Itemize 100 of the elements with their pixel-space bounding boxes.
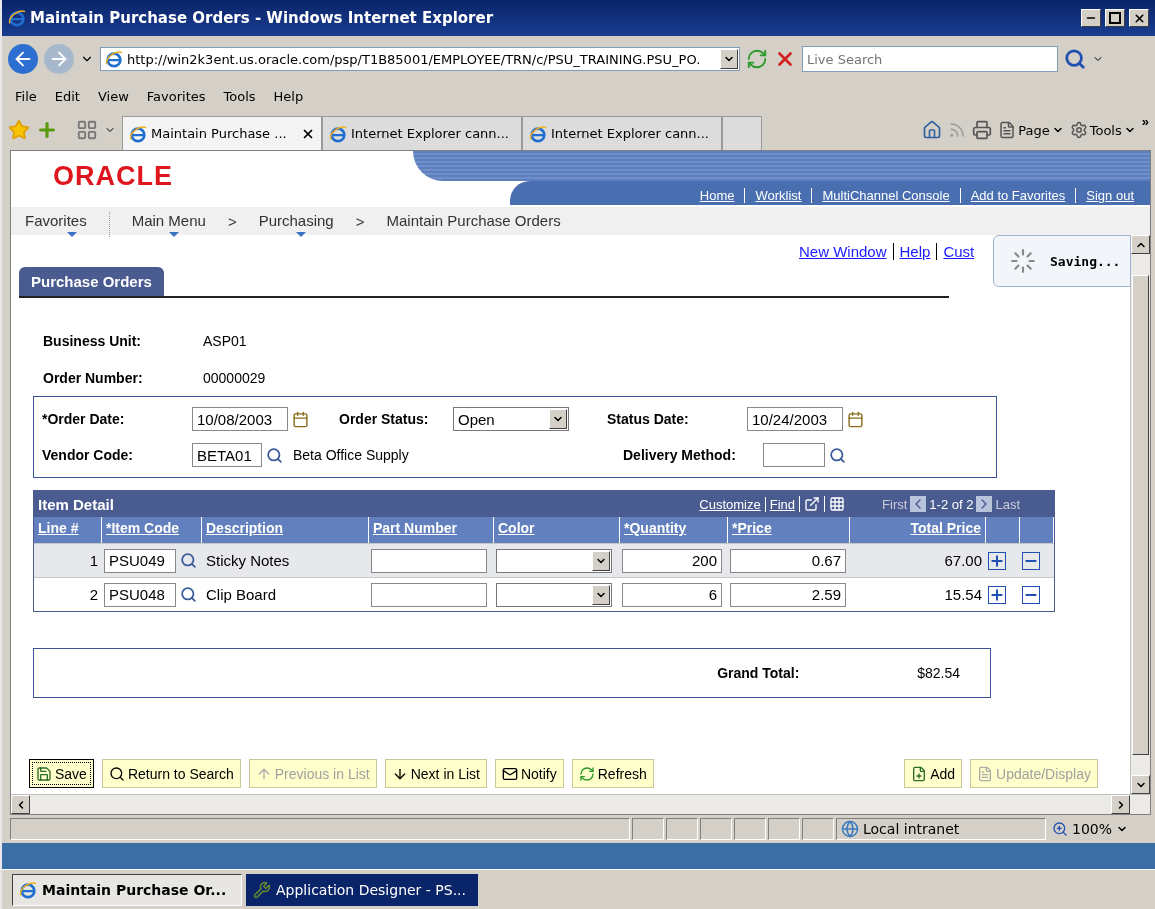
maximize-icon	[1109, 12, 1121, 24]
line-number: 1	[88, 552, 99, 569]
part-number-field[interactable]	[371, 548, 487, 573]
command-menu[interactable]: Tools	[1069, 121, 1136, 139]
add-row-button[interactable]	[988, 585, 1006, 604]
vertical-scrollbar[interactable]	[1130, 235, 1150, 794]
search-icon	[108, 765, 125, 782]
quantity-field[interactable]: 200	[622, 548, 722, 573]
browser-tab[interactable]: Internet Explorer cann...	[322, 116, 522, 150]
dropdown-button[interactable]	[592, 584, 610, 605]
toolbar-button[interactable]: Next in List	[384, 759, 487, 788]
previous-icon[interactable]	[910, 496, 927, 512]
lookup-icon[interactable]	[266, 446, 283, 464]
back-button[interactable]	[8, 44, 38, 74]
total-price: 67.00	[943, 552, 983, 569]
overflow-chevron[interactable]: »	[1141, 114, 1149, 129]
toolbar-button[interactable]: Notify	[494, 759, 564, 788]
quantity-field[interactable]: 6	[622, 582, 722, 607]
color-dropdown[interactable]	[496, 548, 612, 573]
taskbar-button[interactable]: Application Designer - PS...	[246, 873, 478, 906]
zoom-icon[interactable]	[1052, 821, 1068, 837]
toolbar-button[interactable]: Add	[904, 759, 963, 788]
horizontal-scrollbar[interactable]	[11, 794, 1150, 814]
menu-item[interactable]: Favorites	[139, 88, 213, 104]
zoom-level[interactable]: 100%	[1072, 821, 1113, 837]
toolbar-button[interactable]: Refresh	[571, 759, 654, 788]
header-link[interactable]: Add to Favorites	[959, 188, 1076, 203]
view-all-icon[interactable]	[804, 496, 821, 512]
vendor-code-field[interactable]: BETA01	[192, 443, 262, 467]
grid-link[interactable]: Customize	[699, 496, 761, 512]
grid-title: Item Detail	[38, 495, 115, 513]
item-code-field[interactable]: PSU048	[104, 582, 176, 607]
page-tab[interactable]: Purchase Orders	[19, 267, 164, 296]
part-number-field[interactable]	[371, 582, 487, 607]
quick-tabs-icon[interactable]	[76, 119, 98, 141]
menu-item[interactable]: View	[90, 88, 136, 104]
browser-tab[interactable]: Maintain Purchase ...	[122, 116, 322, 150]
page-link[interactable]: Help	[892, 242, 931, 260]
color-dropdown[interactable]	[496, 582, 612, 607]
header-link[interactable]: Sign out	[1075, 188, 1144, 203]
field-label: Business Unit:	[43, 332, 142, 349]
grand-total-value: $82.54	[917, 665, 960, 681]
delete-row-button[interactable]	[1022, 585, 1040, 604]
delete-row-button[interactable]	[1022, 551, 1040, 570]
download-grid-icon[interactable]	[829, 496, 846, 512]
search-field[interactable]: Live Search	[802, 46, 1058, 72]
dropdown-button[interactable]	[549, 409, 567, 429]
address-field[interactable]: http://win2k3ent.us.oracle.com/psp/T1B85001/EMPLOYEE/TRN/c/PSU_TRAINING.PSU_PO.	[100, 47, 740, 71]
field-value: 00000029	[203, 369, 266, 386]
calendar-icon[interactable]	[847, 410, 864, 428]
field-label: Order Number:	[43, 369, 144, 386]
breadcrumb-item[interactable]: Favorites	[25, 212, 110, 237]
menu-item[interactable]: Tools	[216, 88, 263, 104]
lookup-icon[interactable]	[180, 552, 197, 569]
minimize-button[interactable]	[1081, 9, 1101, 27]
field-value: ASP01	[203, 332, 247, 349]
date-field[interactable]: 10/08/2003	[192, 407, 288, 431]
calendar-icon[interactable]	[292, 410, 309, 428]
lookup-icon[interactable]	[829, 446, 846, 464]
print-icon[interactable]	[972, 120, 993, 140]
header-link[interactable]: MultiChannel Console	[811, 188, 960, 203]
header-link[interactable]: Home	[689, 188, 745, 203]
toolbar-button[interactable]: Return to Search	[101, 759, 241, 788]
page-link[interactable]: New Window	[799, 242, 887, 260]
browser-tab[interactable]: Internet Explorer cann...	[522, 116, 722, 150]
security-zone: Local intranet	[863, 821, 960, 837]
price-field[interactable]: 0.67	[730, 548, 846, 573]
close-button[interactable]	[1129, 9, 1149, 27]
toolbar-button[interactable]: Save	[29, 759, 94, 788]
page-link[interactable]: Cust	[936, 242, 975, 260]
breadcrumb-item[interactable]: Purchasing	[258, 212, 334, 237]
dropdown-button[interactable]	[592, 550, 610, 571]
search-icon[interactable]	[1064, 48, 1086, 70]
menu-item[interactable]: Help	[266, 88, 311, 104]
document-icon	[977, 765, 994, 782]
add-row-button[interactable]	[988, 551, 1006, 570]
date-field[interactable]: 10/24/2003	[747, 407, 843, 431]
lookup-icon[interactable]	[180, 586, 197, 603]
header-link[interactable]: Worklist	[744, 188, 812, 203]
next-icon[interactable]	[976, 496, 993, 512]
item-description: Sticky Notes	[205, 552, 291, 569]
menu-item[interactable]: File	[8, 88, 44, 104]
grid-link[interactable]: Find	[769, 496, 796, 512]
item-code-field[interactable]: PSU049	[104, 548, 176, 573]
command-menu[interactable]: Page	[998, 121, 1064, 139]
home-icon[interactable]	[922, 120, 943, 140]
breadcrumb-item[interactable]: Maintain Purchase Orders	[386, 212, 561, 230]
favorites-star-icon[interactable]	[8, 119, 30, 141]
status-dropdown[interactable]: Open	[453, 407, 569, 431]
item-description: Clip Board	[205, 586, 278, 603]
tab-title: Internet Explorer cann...	[351, 126, 510, 141]
delivery-method-field[interactable]	[763, 443, 825, 467]
breadcrumb-item[interactable]: Main Menu	[131, 212, 206, 237]
maximize-button[interactable]	[1105, 9, 1125, 27]
status-panel	[700, 818, 732, 840]
menu-item[interactable]: Edit	[47, 88, 87, 104]
address-dropdown-button[interactable]	[720, 49, 738, 69]
price-field[interactable]: 2.59	[730, 582, 846, 607]
taskbar-button[interactable]: Maintain Purchase Or...	[12, 873, 242, 906]
grand-total-label: Grand Total:	[717, 665, 801, 681]
